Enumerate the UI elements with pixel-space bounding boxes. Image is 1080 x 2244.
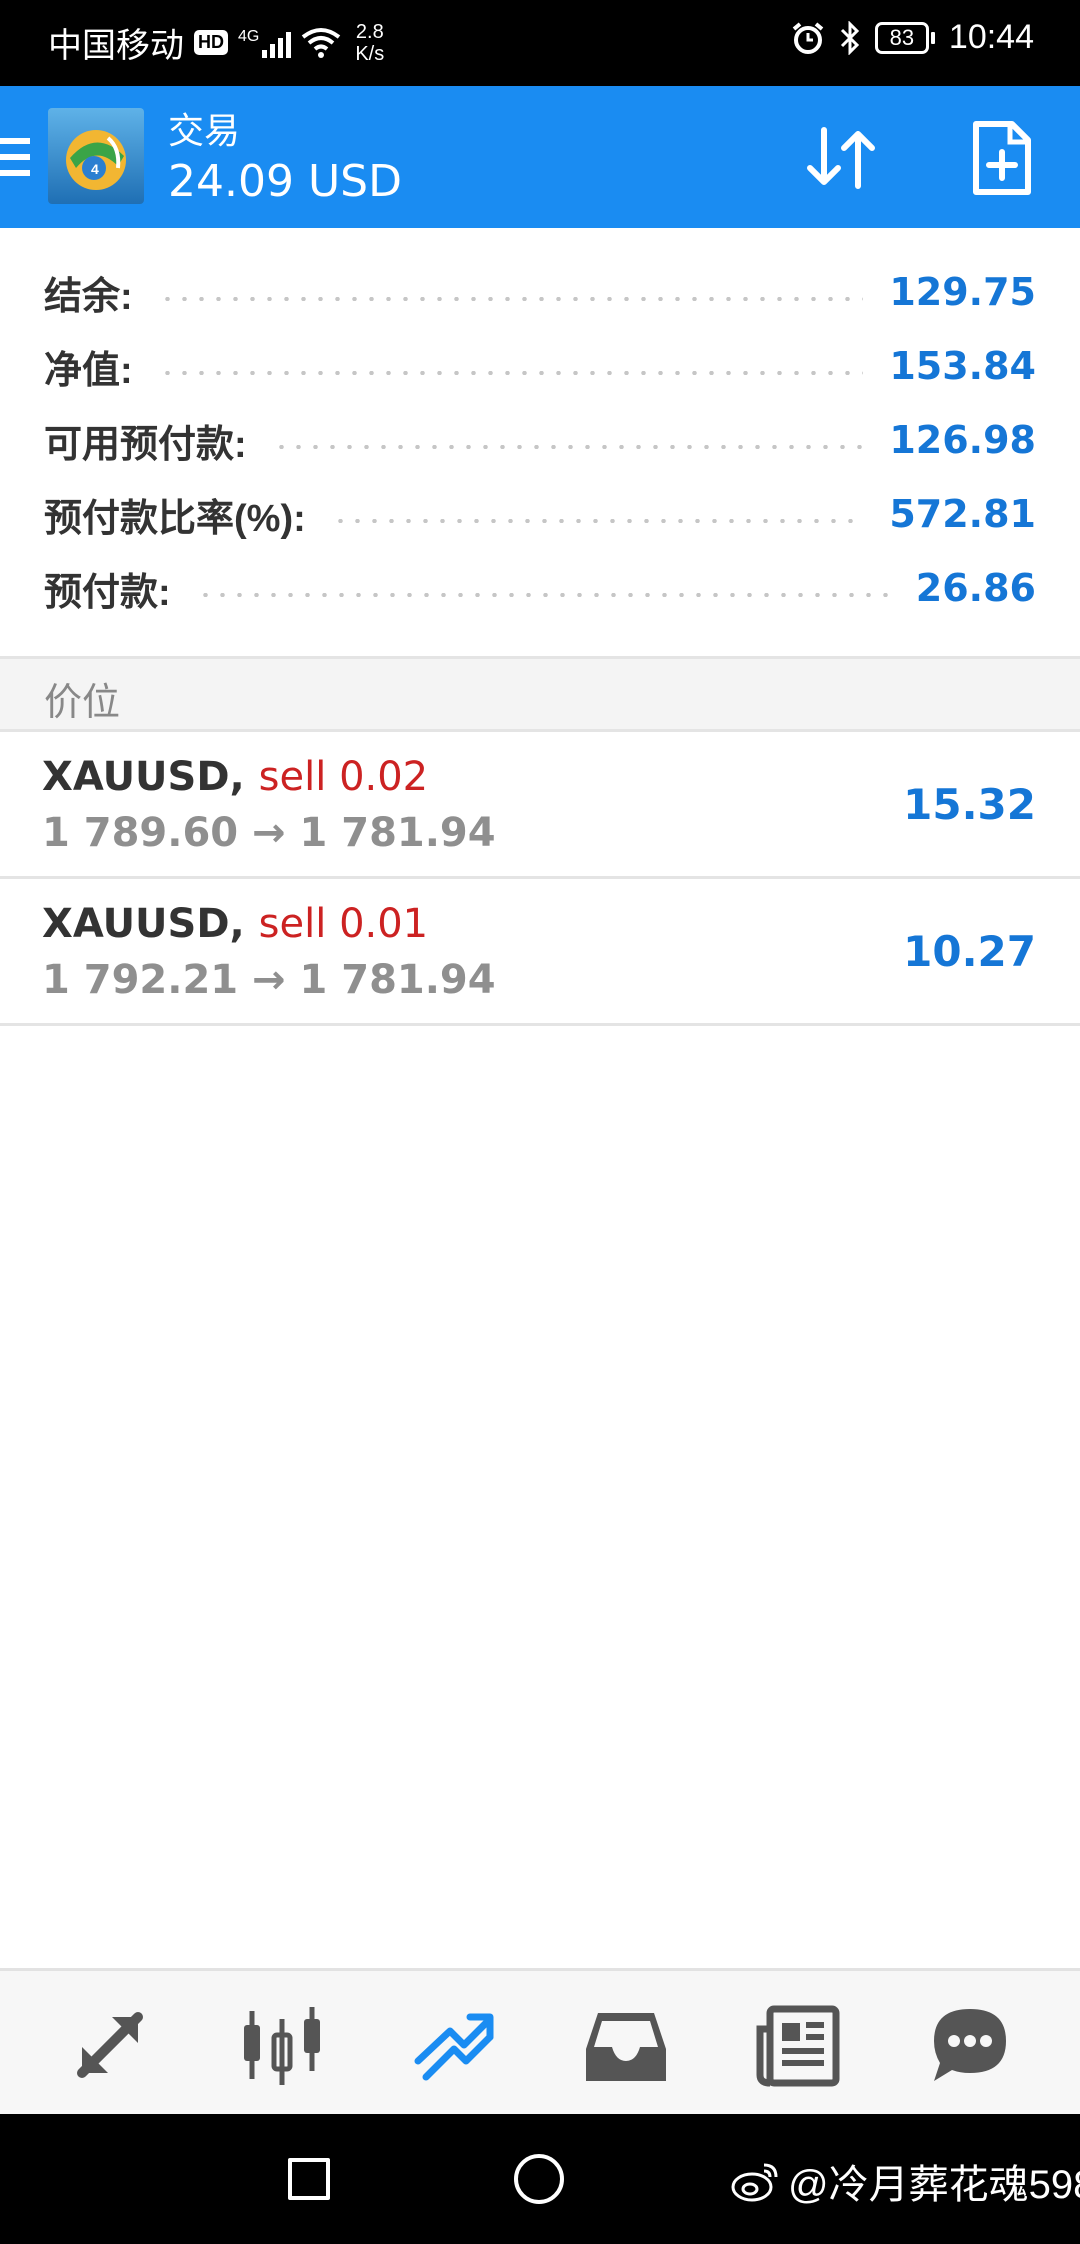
margin-level-value: 572.81 [889, 492, 1036, 536]
carrier-name: 中国移动 [48, 27, 184, 65]
position-symbol: XAUUSD [42, 754, 230, 800]
home-button[interactable] [514, 2154, 564, 2204]
quotes-icon [77, 2012, 143, 2078]
nav-chat[interactable] [920, 1995, 1020, 2095]
wifi-icon [302, 27, 341, 58]
summary-row-margin-level: 预付款比率(%): 572.81 [44, 484, 1036, 544]
nav-charts[interactable] [232, 1995, 332, 2095]
position-row[interactable]: XAUUSD, sell 0.02 1 789.60 → 1 781.94 15… [0, 732, 1080, 879]
position-prices: 1 792.21 → 1 781.94 [42, 957, 496, 1003]
position-profit: 15.32 [903, 780, 1036, 829]
battery-icon: 83 [874, 21, 935, 54]
status-bar: 中国移动 HD 4G 2.8 K/s 83 10:44 [0, 0, 1080, 86]
balance-value: 129.75 [889, 270, 1036, 314]
sort-arrows-icon [807, 127, 875, 189]
position-side: sell 0.02 [258, 754, 429, 800]
chat-icon [934, 2009, 1006, 2081]
page-title: 交易 [168, 110, 241, 151]
system-nav-bar: @冷月葬花魂598 [0, 2114, 1080, 2244]
positions-section-header: 价位 [0, 656, 1080, 732]
position-side: sell 0.01 [258, 901, 429, 947]
signal-icon: 4G [238, 27, 292, 58]
app-header: 4 交易 24.09 USD [0, 86, 1080, 228]
account-summary: 结余: 129.75 净值: 153.84 可用预付款: 126.98 预付款比… [0, 228, 1080, 656]
new-document-icon [973, 121, 1031, 195]
svg-text:4: 4 [91, 161, 99, 177]
bluetooth-icon [840, 20, 860, 55]
margin-label: 预付款: [44, 571, 171, 614]
summary-row-balance: 结余: 129.75 [44, 262, 1036, 322]
position-profit: 10.27 [903, 927, 1036, 976]
network-type-label: 4G [238, 27, 260, 45]
alarm-icon [792, 21, 824, 54]
free-margin-label: 可用预付款: [44, 423, 247, 466]
summary-row-margin: 预付款: 26.86 [44, 558, 1036, 618]
account-profit: 24.09 USD [168, 156, 402, 207]
free-margin-value: 126.98 [889, 418, 1036, 462]
hd-badge: HD [194, 30, 228, 55]
app-logo[interactable]: 4 [48, 108, 144, 204]
menu-icon[interactable] [0, 138, 30, 178]
margin-value: 26.86 [915, 566, 1036, 610]
summary-row-free-margin: 可用预付款: 126.98 [44, 410, 1036, 470]
summary-row-equity: 净值: 153.84 [44, 336, 1036, 396]
nav-quotes[interactable] [60, 1995, 160, 2095]
equity-label: 净值: [44, 349, 133, 392]
nav-news[interactable] [748, 1995, 848, 2095]
nav-history[interactable] [576, 1995, 676, 2095]
trade-trend-icon [414, 2013, 494, 2081]
balance-label: 结余: [44, 275, 133, 318]
watermark-text: @冷月葬花魂598 [788, 2163, 1080, 2207]
position-symbol: XAUUSD [42, 901, 230, 947]
candlestick-chart-icon [244, 2007, 320, 2085]
weibo-logo-icon [731, 2163, 778, 2202]
section-title: 价位 [44, 682, 121, 724]
position-row[interactable]: XAUUSD, sell 0.01 1 792.21 → 1 781.94 10… [0, 879, 1080, 1026]
inbox-icon [586, 2013, 666, 2081]
nav-trade[interactable] [404, 1995, 504, 2095]
equity-value: 153.84 [889, 344, 1036, 388]
battery-level: 83 [874, 21, 929, 54]
recent-apps-button[interactable] [288, 2158, 330, 2200]
sort-button[interactable] [800, 116, 884, 200]
bottom-nav [0, 1968, 1080, 2114]
position-prices: 1 789.60 → 1 781.94 [42, 810, 496, 856]
watermark: @冷月葬花魂598 [730, 2152, 1080, 2210]
clock: 10:44 [948, 18, 1034, 56]
news-icon [756, 2005, 840, 2087]
new-order-button[interactable] [960, 116, 1044, 200]
margin-level-label: 预付款比率(%): [44, 497, 306, 540]
network-speed: 2.8 K/s [355, 20, 385, 65]
